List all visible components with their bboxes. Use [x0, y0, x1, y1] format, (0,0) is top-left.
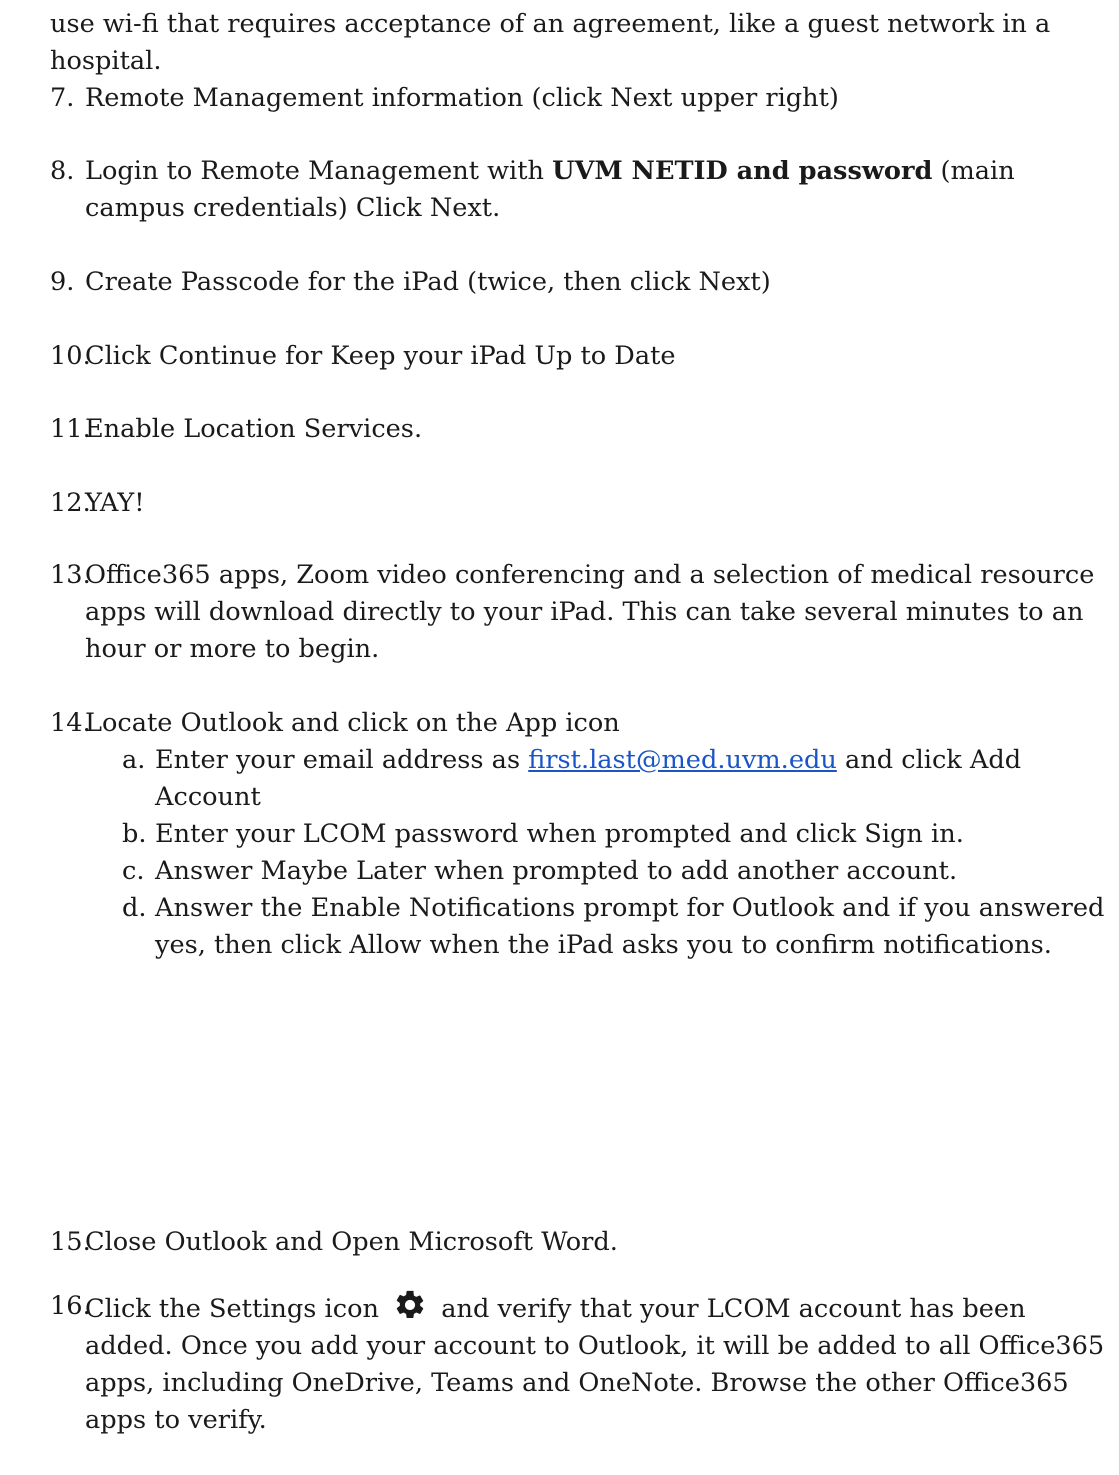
- step-10: 10. Click Continue for Keep your iPad Up…: [50, 338, 1110, 375]
- gear-icon: [396, 1290, 424, 1319]
- step-number: 10.: [50, 341, 91, 371]
- step-7: 7. Remote Management information (click …: [50, 80, 1110, 117]
- step-number: 14.: [50, 708, 91, 738]
- substep-b: b. Enter your LCOM password when prompte…: [50, 816, 1110, 853]
- substep-text: Answer the Enable Notifications prompt f…: [155, 893, 1105, 960]
- step-number: 7.: [50, 83, 75, 113]
- step-text: Close Outlook and Open Microsoft Word.: [85, 1227, 618, 1257]
- substep-d: d. Answer the Enable Notifications promp…: [50, 890, 1110, 964]
- step-16: 16. Click the Settings icon and verify t…: [50, 1288, 1110, 1439]
- step-9: 9. Create Passcode for the iPad (twice, …: [50, 264, 1110, 301]
- substep-c: c. Answer Maybe Later when prompted to a…: [50, 853, 1110, 890]
- step-number: 8.: [50, 156, 75, 186]
- substep-text: Enter your email address as first.last@m…: [155, 745, 1021, 812]
- step-text-part: Login to Remote Management with: [85, 156, 553, 186]
- substep-letter: d.: [122, 893, 147, 923]
- substep-letter: a.: [122, 745, 146, 775]
- step-14: 14. Locate Outlook and click on the App …: [50, 705, 1110, 964]
- substep-text: Enter your LCOM password when prompted a…: [155, 819, 964, 849]
- substep-text-part: Enter your email address as: [155, 745, 529, 775]
- step-text: Remote Management information (click Nex…: [85, 83, 839, 113]
- substeps-list: a. Enter your email address as first.las…: [50, 742, 1110, 964]
- substep-letter: b.: [122, 819, 147, 849]
- step-11: 11. Enable Location Services.: [50, 411, 1110, 448]
- step-number: 9.: [50, 267, 75, 297]
- step-text: Click Continue for Keep your iPad Up to …: [85, 341, 676, 371]
- step-text: Locate Outlook and click on the App icon: [85, 708, 620, 738]
- step-number: 16.: [50, 1291, 91, 1321]
- step-15: 15. Close Outlook and Open Microsoft Wor…: [50, 1224, 1110, 1261]
- step-number: 15.: [50, 1227, 91, 1257]
- step-number: 11.: [50, 414, 91, 444]
- step-text: Click the Settings icon and verify that …: [50, 1288, 1110, 1439]
- step-12: 12. YAY!: [50, 485, 1110, 522]
- step-text: Office365 apps, Zoom video conferencing …: [85, 560, 1095, 664]
- step-13: 13. Office365 apps, Zoom video conferenc…: [50, 557, 1110, 668]
- email-link[interactable]: first.last@med.uvm.edu: [528, 745, 837, 775]
- step-number: 12.: [50, 488, 91, 518]
- step-text: Create Passcode for the iPad (twice, the…: [85, 267, 771, 297]
- step-text: Enable Location Services.: [85, 414, 423, 444]
- document-page: use wi-fi that requires acceptance of an…: [0, 0, 1119, 1475]
- substep-text: Answer Maybe Later when prompted to add …: [155, 856, 958, 886]
- substep-a: a. Enter your email address as first.las…: [50, 742, 1110, 816]
- step-text: Login to Remote Management with UVM NETI…: [50, 153, 1110, 227]
- step-8: 8. Login to Remote Management with UVM N…: [50, 153, 1110, 227]
- step-text-part: Click the Settings icon: [85, 1294, 388, 1324]
- substep-letter: c.: [122, 856, 145, 886]
- credentials-bold: UVM NETID and password: [552, 156, 933, 186]
- step-number: 13.: [50, 560, 91, 590]
- intro-paragraph: use wi-fi that requires acceptance of an…: [50, 9, 1051, 76]
- step-text: YAY!: [85, 488, 145, 518]
